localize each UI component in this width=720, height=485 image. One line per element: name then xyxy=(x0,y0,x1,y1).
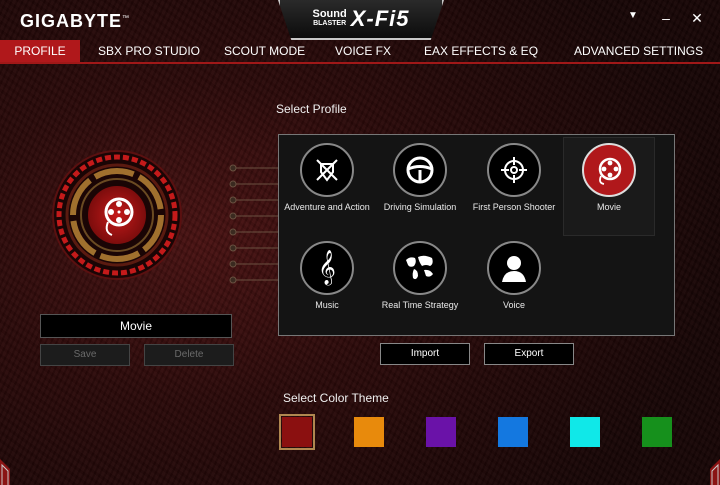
tab-eax-effects-eq[interactable]: EAX EFFECTS & EQ xyxy=(424,40,538,62)
corner-ornament-left xyxy=(0,459,10,485)
tab-scout-mode[interactable]: SCOUT MODE xyxy=(224,40,305,62)
color-swatch-blue[interactable] xyxy=(498,417,528,447)
color-swatch-orange[interactable] xyxy=(354,417,384,447)
profile-grid: Adventure and Action Driving Simulation … xyxy=(278,134,675,336)
treble-clef-icon: 𝄞 xyxy=(300,241,354,295)
globe-map-icon xyxy=(393,241,447,295)
sound-blaster-logo: Sound BLASTER X-Fi5 xyxy=(278,0,444,40)
profile-label: Real Time Strategy xyxy=(381,300,459,310)
logo-sound-blaster-text: Sound BLASTER xyxy=(312,8,347,28)
profile-movie[interactable]: Movie xyxy=(563,137,655,236)
crossed-swords-shield-icon xyxy=(300,143,354,197)
select-profile-title: Select Profile xyxy=(276,102,347,116)
color-swatch-dark-red[interactable] xyxy=(279,414,315,450)
profile-voice[interactable]: Voice xyxy=(469,241,559,321)
delete-button[interactable]: Delete xyxy=(144,344,234,366)
steering-wheel-icon xyxy=(393,143,447,197)
tab-voice-fx[interactable]: VOICE FX xyxy=(335,40,391,62)
title-bar: GIGABYTE™ Sound BLASTER X-Fi5 ▼ – ✕ xyxy=(0,0,720,40)
save-button[interactable]: Save xyxy=(40,344,130,366)
color-swatch-cyan[interactable] xyxy=(570,417,600,447)
film-reel-icon xyxy=(582,143,636,197)
profile-dial xyxy=(52,150,182,280)
export-button[interactable]: Export xyxy=(484,343,574,365)
profile-name-field[interactable]: Movie xyxy=(40,314,232,338)
tab-profile[interactable]: PROFILE xyxy=(0,40,80,62)
profile-label: Movie xyxy=(596,202,621,212)
tab-advanced-settings[interactable]: ADVANCED SETTINGS xyxy=(574,40,703,62)
profile-label: First Person Shooter xyxy=(472,202,556,212)
profile-label: Voice xyxy=(502,300,526,310)
profile-adventure-and-action[interactable]: Adventure and Action xyxy=(282,143,372,231)
profile-driving-simulation[interactable]: Driving Simulation xyxy=(375,143,465,231)
logo-xfi-text: X-Fi5 xyxy=(350,6,410,31)
profile-real-time-strategy[interactable]: Real Time Strategy xyxy=(375,241,465,321)
crosshair-icon xyxy=(487,143,541,197)
color-swatch-green[interactable] xyxy=(642,417,672,447)
select-color-theme-title: Select Color Theme xyxy=(283,391,389,405)
profile-label: Music xyxy=(315,300,339,310)
corner-ornament-right xyxy=(710,459,720,485)
menu-dropdown-button[interactable]: ▼ xyxy=(624,10,642,28)
person-silhouette-icon xyxy=(487,241,541,295)
color-swatch-purple[interactable] xyxy=(426,417,456,447)
import-button[interactable]: Import xyxy=(380,343,470,365)
main-nav: PROFILE SBX PRO STUDIO SCOUT MODE VOICE … xyxy=(0,40,720,64)
profile-music[interactable]: 𝄞 Music xyxy=(282,241,372,321)
close-button[interactable]: ✕ xyxy=(688,10,706,28)
tab-sbx-pro-studio[interactable]: SBX PRO STUDIO xyxy=(98,40,200,62)
dial-connector-lines xyxy=(229,164,280,284)
brand-logo: GIGABYTE™ xyxy=(20,11,131,31)
profile-first-person-shooter[interactable]: First Person Shooter xyxy=(469,143,559,231)
profile-label: Driving Simulation xyxy=(383,202,457,212)
profile-label: Adventure and Action xyxy=(284,202,370,212)
minimize-button[interactable]: – xyxy=(657,10,675,28)
